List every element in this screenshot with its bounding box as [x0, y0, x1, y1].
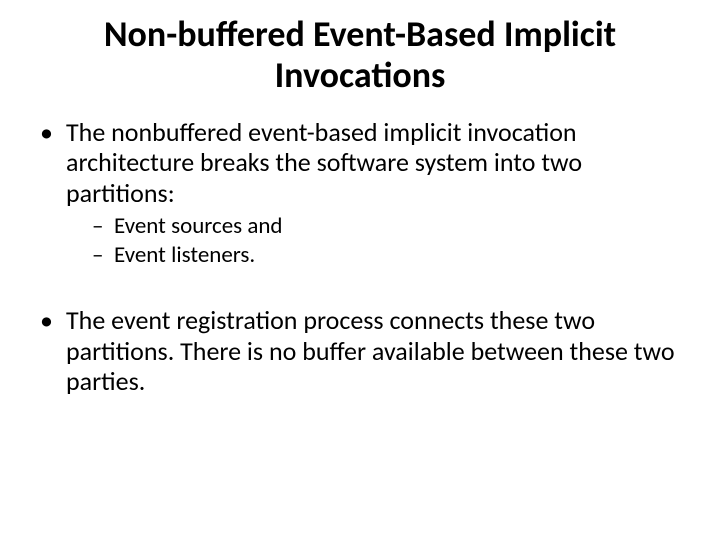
- sub-bullet-item: Event sources and: [92, 213, 690, 240]
- sub-bullet-text: Event listeners.: [114, 241, 255, 269]
- sub-bullet-list: Event sources and Event listeners.: [66, 213, 690, 269]
- sub-bullet-item: Event listeners.: [92, 242, 690, 269]
- slide-title: Non-buffered Event-Based Implicit Invoca…: [70, 14, 650, 97]
- sub-bullet-text: Event sources and: [114, 212, 283, 240]
- bullet-text: The nonbuffered event-based implicit inv…: [66, 116, 582, 209]
- bullet-item: The nonbuffered event-based implicit inv…: [40, 117, 690, 269]
- slide-body: The nonbuffered event-based implicit inv…: [30, 117, 690, 397]
- bullet-item: The event registration process connects …: [40, 305, 690, 397]
- bullet-text: The event registration process connects …: [66, 304, 675, 397]
- spacer: [30, 275, 690, 305]
- slide: Non-buffered Event-Based Implicit Invoca…: [0, 0, 720, 540]
- bullet-list: The event registration process connects …: [30, 305, 690, 397]
- bullet-list: The nonbuffered event-based implicit inv…: [30, 117, 690, 269]
